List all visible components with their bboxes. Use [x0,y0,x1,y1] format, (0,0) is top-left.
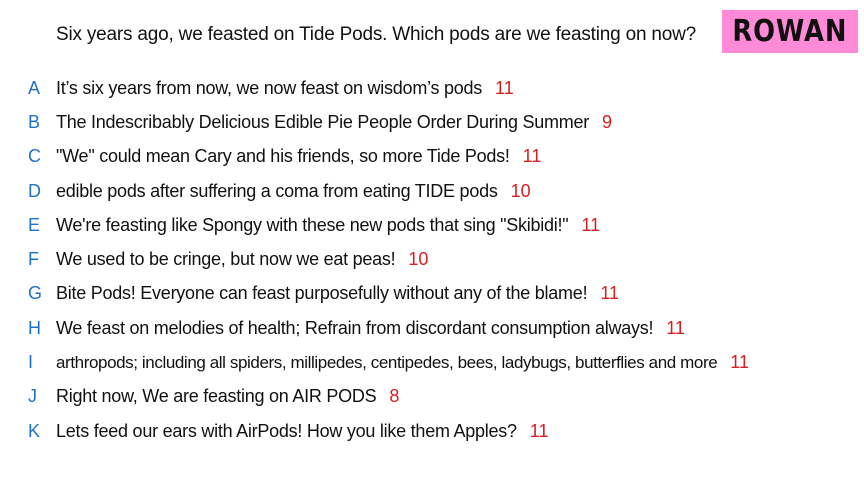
answer-score: 11 [529,420,549,441]
answer-letter: H [28,317,41,338]
player-name: ROWAN [732,14,848,49]
answer-letter: F [28,249,39,270]
answer-score: 11 [495,77,514,98]
answer-score: 10 [408,249,429,270]
answer-row-i: I arthropods; including all spiders, mil… [0,345,864,379]
answer-letter: C [28,146,41,167]
answer-row-f: F We used to be cringe, but now we eat p… [0,242,864,276]
answer-row-k: K Lets feed our ears with AirPods! How y… [0,414,864,448]
answer-text: "We" could mean Cary and his friends, so… [56,146,510,167]
answer-score: 11 [581,214,601,235]
answer-score: 11 [730,352,749,373]
answer-letter: G [28,283,43,304]
answer-letter: E [28,214,41,235]
answer-text: It’s six years from now, we now feast on… [56,77,483,98]
answer-score: 9 [602,111,613,132]
answer-text: edible pods after suffering a coma from … [56,180,498,201]
answer-letter: K [28,420,41,441]
answer-letter: B [28,111,41,132]
answer-text: We feast on melodies of health; Refrain … [56,317,654,338]
answer-letter: D [28,180,41,201]
answer-text: The Indescribably Delicious Edible Pie P… [56,111,590,132]
answer-row-e: E We're feasting like Spongy with these … [0,208,864,242]
answer-text: arthropods; including all spiders, milli… [56,352,718,372]
answer-row-h: H We feast on melodies of health; Refrai… [0,311,864,345]
answer-text: We're feasting like Spongy with these ne… [56,214,569,235]
answer-score: 10 [510,180,531,201]
answer-row-g: G Bite Pods! Everyone can feast purposef… [0,277,864,311]
answer-text: Lets feed our ears with AirPods! How you… [56,420,517,441]
player-name-badge: ROWAN [722,10,858,53]
answer-letter: J [28,386,37,407]
answer-text: Bite Pods! Everyone can feast purposeful… [56,283,588,304]
answer-letter: A [28,77,41,98]
answer-score: 11 [522,146,542,167]
answer-score: 8 [389,386,400,407]
answer-row-d: D edible pods after suffering a coma fro… [0,174,864,208]
question-text: Six years ago, we feasted on Tide Pods. … [56,24,697,45]
answer-row-c: C "We" could mean Cary and his friends, … [0,140,864,174]
answer-text: We used to be cringe, but now we eat pea… [56,249,396,270]
answer-score: 11 [600,283,620,304]
answer-letter: I [28,352,34,373]
answer-list: A It’s six years from now, we now feast … [0,71,864,448]
answer-text: Right now, We are feasting on AIR PODS [56,386,377,407]
answer-row-j: J Right now, We are feasting on AIR PODS… [0,380,864,414]
answer-row-a: A It’s six years from now, we now feast … [0,71,864,105]
answer-score: 11 [666,317,685,338]
answer-row-b: B The Indescribably Delicious Edible Pie… [0,105,864,139]
